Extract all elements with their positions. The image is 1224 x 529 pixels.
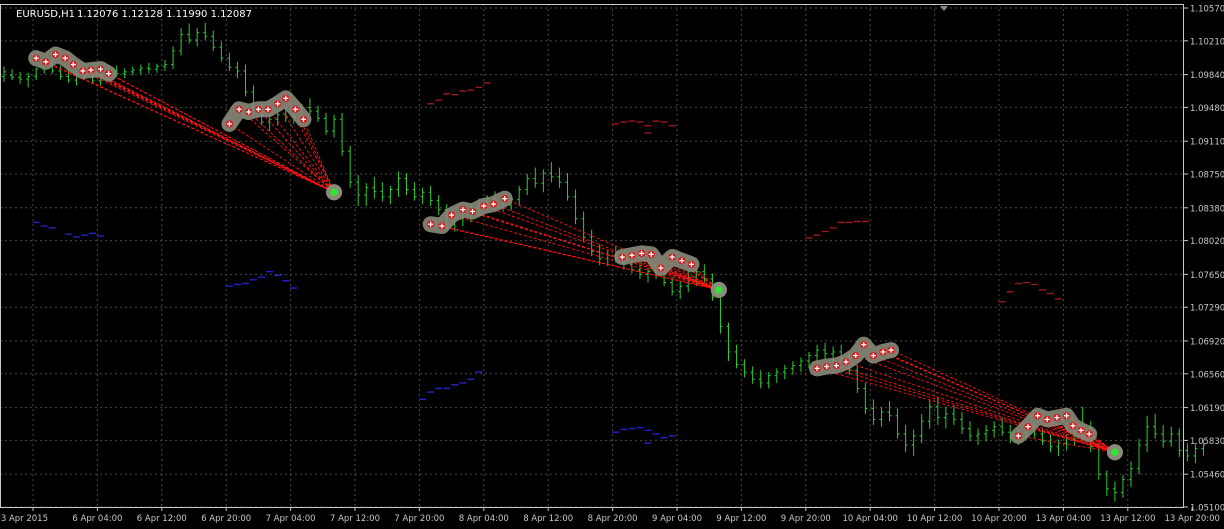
order-marker: [87, 66, 95, 74]
price-tick-label: 1.05460: [1190, 471, 1224, 481]
order-marker: [97, 65, 105, 73]
price-tick-label: 1.08380: [1190, 204, 1224, 214]
price-tick-label: 1.09840: [1190, 71, 1224, 81]
order-marker: [887, 346, 895, 354]
time-tick-label: 7 Apr 20:00: [394, 514, 444, 524]
price-tick-label: 1.05100: [1190, 504, 1224, 514]
price-tick-label: 1.07650: [1190, 271, 1224, 281]
order-marker: [668, 253, 676, 261]
order-marker: [1085, 430, 1093, 438]
order-target-marker: [710, 281, 727, 298]
order-marker: [235, 105, 243, 113]
price-tick-label: 1.06920: [1190, 337, 1224, 347]
order-marker: [427, 220, 435, 228]
order-marker: [245, 108, 253, 116]
order-marker: [1024, 423, 1032, 431]
chart-ohlc-readout: 1.12076 1.12128 1.11990 1.12087: [77, 9, 252, 20]
order-marker: [823, 362, 831, 371]
price-tick-label: 1.10570: [1190, 5, 1224, 15]
price-tick-label: 1.07290: [1190, 304, 1224, 314]
order-target-dot: [1111, 448, 1119, 456]
order-marker: [628, 251, 636, 259]
time-tick-label: 13 Apr 20:00: [1164, 514, 1219, 524]
order-marker: [860, 341, 868, 349]
order-marker: [647, 250, 655, 258]
order-marker: [687, 260, 696, 268]
time-tick-label: 6 Apr 12:00: [137, 514, 187, 524]
order-marker: [618, 253, 626, 261]
time-tick-label: 10 Apr 04:00: [842, 514, 897, 524]
chart-background: [0, 0, 1224, 525]
order-marker: [1063, 412, 1071, 420]
order-marker: [105, 70, 113, 78]
time-tick-label: 6 Apr 04:00: [72, 514, 122, 524]
price-tick-label: 1.06190: [1190, 404, 1224, 414]
order-marker: [264, 105, 272, 113]
time-tick-label: 10 Apr 20:00: [971, 514, 1026, 524]
order-marker: [1077, 426, 1085, 434]
time-tick-label: 8 Apr 04:00: [459, 514, 509, 524]
time-tick-label: 3 Apr 2015: [1, 514, 48, 524]
order-marker: [282, 94, 290, 102]
price-tick-label: 1.08020: [1190, 237, 1224, 247]
time-tick-label: 8 Apr 20:00: [588, 514, 638, 524]
time-tick-label: 9 Apr 04:00: [652, 514, 702, 524]
order-marker: [79, 67, 87, 75]
order-marker: [32, 54, 40, 62]
order-marker: [69, 60, 77, 69]
chart-symbol-label: EURUSD,H1: [16, 9, 75, 20]
order-marker: [813, 364, 821, 372]
time-tick-label: 9 Apr 12:00: [716, 514, 766, 524]
order-marker: [842, 358, 850, 366]
order-marker: [657, 264, 665, 272]
time-tick-label: 13 Apr 12:00: [1100, 514, 1155, 524]
order-marker: [1069, 422, 1077, 430]
time-tick-label: 6 Apr 20:00: [201, 514, 251, 524]
price-tick-label: 1.09480: [1190, 104, 1224, 114]
order-marker: [879, 348, 887, 356]
order-marker: [637, 249, 646, 257]
order-marker: [291, 105, 300, 113]
order-target-dot: [715, 286, 723, 294]
chart-canvas[interactable]: 1.10570 1.10210 1.09840 1.09480 1.09110 1.087…: [0, 0, 1224, 525]
time-tick-label: 13 Apr 04:00: [1036, 514, 1091, 524]
order-marker: [489, 200, 498, 208]
price-tick-label: 1.10210: [1190, 37, 1224, 47]
order-marker: [468, 207, 477, 216]
order-marker: [869, 351, 878, 360]
price-tick-label: 1.06560: [1190, 370, 1224, 380]
order-marker: [299, 115, 308, 123]
order-marker: [42, 58, 50, 66]
order-marker: [1043, 415, 1051, 424]
order-marker: [225, 120, 233, 128]
order-target-dot: [330, 188, 338, 196]
order-marker: [678, 257, 686, 265]
order-marker: [447, 211, 456, 219]
price-tick-label: 1.05830: [1190, 437, 1224, 447]
order-target-marker: [326, 184, 343, 201]
order-marker: [51, 50, 60, 59]
order-marker: [438, 222, 446, 230]
order-marker: [254, 105, 262, 113]
order-marker: [459, 206, 467, 214]
price-tick-label: 1.08750: [1190, 171, 1224, 181]
order-marker: [61, 54, 69, 62]
price-chart[interactable]: 1.10570 1.10210 1.09840 1.09480 1.09110 1.087…: [0, 0, 1224, 525]
order-marker: [1053, 413, 1061, 422]
time-tick-label: 10 Apr 12:00: [907, 514, 962, 524]
order-marker: [852, 351, 860, 360]
order-target-marker: [1106, 444, 1123, 461]
time-tick-label: 8 Apr 12:00: [523, 514, 573, 524]
order-marker: [480, 202, 488, 210]
time-tick-label: 9 Apr 20:00: [781, 514, 831, 524]
order-marker: [832, 362, 840, 370]
time-tick-label: 7 Apr 04:00: [266, 514, 316, 524]
order-marker: [501, 195, 509, 203]
time-tick-label: 7 Apr 12:00: [330, 514, 380, 524]
order-marker: [1014, 432, 1022, 440]
price-tick-label: 1.09110: [1190, 138, 1224, 148]
order-marker: [1034, 412, 1042, 420]
order-marker: [274, 100, 282, 108]
